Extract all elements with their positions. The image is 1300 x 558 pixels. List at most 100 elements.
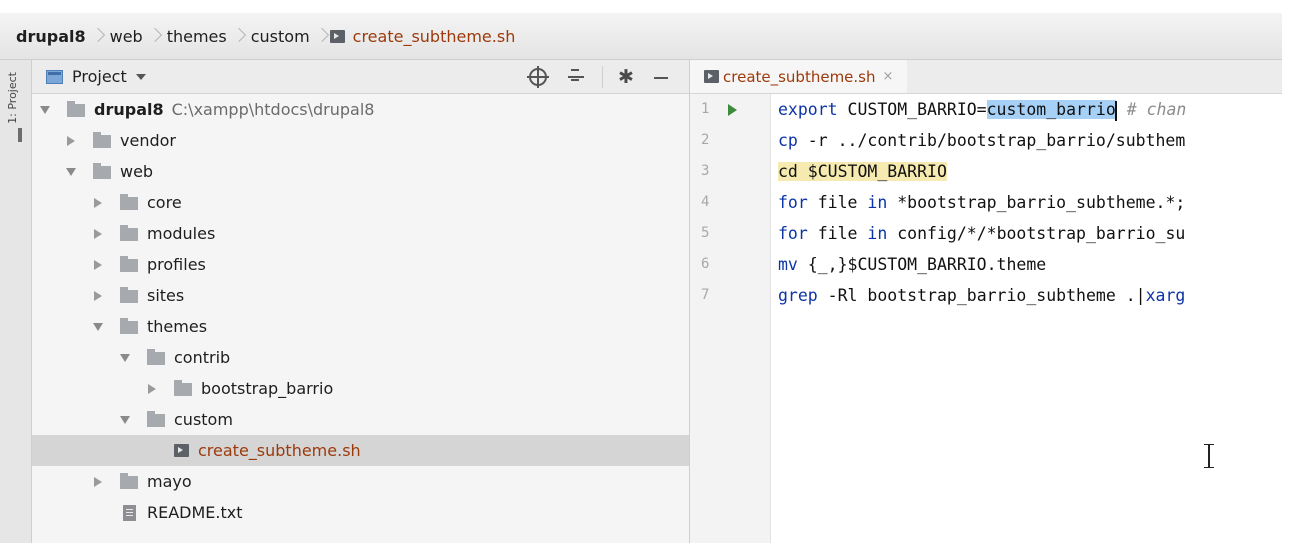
tool-window-strip: 1: Project: [0, 60, 32, 543]
code-token: -r ../contrib/bootstrap_barrio/subthem: [797, 131, 1186, 150]
collapsed-arrow-icon[interactable]: [67, 135, 75, 146]
breadcrumb-separator-icon: [150, 24, 160, 48]
gutter-line: 3: [690, 156, 770, 187]
shell-script-icon: [704, 70, 719, 83]
tree-item-label: contrib: [174, 348, 231, 367]
tree-item-web[interactable]: web: [32, 156, 689, 187]
folder-icon: [120, 256, 138, 272]
code-token: mv: [778, 255, 798, 274]
expanded-arrow-icon[interactable]: [66, 167, 76, 176]
editor: create_subtheme.sh × 1 2 3 4 5 6 7 export CUST…: [690, 60, 1282, 543]
code-token: for: [778, 193, 808, 212]
side-tab-label: 1: Project: [6, 72, 19, 124]
gutter-line: 5: [690, 218, 770, 249]
line-number: 1: [701, 101, 710, 117]
collapsed-arrow-icon[interactable]: [148, 383, 156, 394]
tree-item-readme-txt[interactable]: README.txt: [32, 497, 689, 528]
tree-item-mayo[interactable]: mayo: [32, 466, 689, 497]
collapsed-arrow-icon[interactable]: [94, 290, 102, 301]
tree-item-sites[interactable]: sites: [32, 280, 689, 311]
tree-item-contrib[interactable]: contrib: [32, 342, 689, 373]
run-icon[interactable]: [728, 104, 737, 116]
folder-icon: [174, 380, 192, 396]
line-number-gutter[interactable]: 1 2 3 4 5 6 7: [690, 94, 771, 543]
breadcrumb-item-themes[interactable]: themes: [163, 13, 231, 59]
folder-icon: [147, 349, 165, 365]
side-tab-project[interactable]: 1: Project: [6, 72, 24, 172]
breadcrumb-separator-icon: [234, 24, 244, 48]
expanded-arrow-icon[interactable]: [93, 322, 103, 331]
locate-file-icon[interactable]: [527, 66, 549, 88]
code-line: cd $CUSTOM_BARRIO: [778, 156, 1282, 187]
folder-icon: [120, 287, 138, 303]
side-tab-indicator: [18, 128, 22, 142]
tree-item-themes[interactable]: themes: [32, 311, 689, 342]
folder-icon: [67, 101, 85, 117]
tree-item-label: mayo: [147, 472, 192, 491]
code-line: cp -r ../contrib/bootstrap_barrio/subthe…: [778, 125, 1282, 156]
collapse-all-icon[interactable]: [567, 68, 585, 86]
folder-icon: [93, 132, 111, 148]
project-window-icon: [46, 69, 63, 84]
breadcrumb-separator-icon: [317, 24, 327, 48]
code-line: grep -Rl bootstrap_barrio_subtheme .|xar…: [778, 280, 1282, 311]
breadcrumb-item-web[interactable]: web: [106, 13, 147, 59]
tree-item-label: bootstrap_barrio: [201, 379, 334, 398]
tree-item-custom[interactable]: custom: [32, 404, 689, 435]
collapsed-arrow-icon[interactable]: [94, 197, 102, 208]
project-view-selector[interactable]: Project: [46, 60, 146, 93]
code-token: # chan: [1126, 100, 1187, 119]
code-token: in: [867, 224, 888, 243]
collapsed-arrow-icon[interactable]: [94, 259, 102, 270]
breadcrumb-item-file[interactable]: create_subtheme.sh: [329, 13, 520, 59]
tree-item-profiles[interactable]: profiles: [32, 249, 689, 280]
tree-item-create-subtheme-sh[interactable]: create_subtheme.sh: [32, 435, 689, 466]
collapsed-arrow-icon[interactable]: [94, 228, 102, 239]
code-line: mv {_,}$CUSTOM_BARRIO.theme: [778, 249, 1282, 280]
breadcrumb-item-custom[interactable]: custom: [247, 13, 314, 59]
tree-item-label: README.txt: [147, 503, 243, 522]
tree-item-bootstrap-barrio[interactable]: bootstrap_barrio: [32, 373, 689, 404]
shell-script-icon: [174, 444, 189, 457]
collapsed-arrow-icon[interactable]: [94, 476, 102, 487]
editor-tab-label: create_subtheme.sh: [723, 67, 876, 86]
gutter-line: 4: [690, 187, 770, 218]
code-area[interactable]: export CUSTOM_BARRIO=custom_barrio # cha…: [778, 94, 1282, 311]
code-token: *bootstrap_barrio_subtheme.*;: [887, 193, 1186, 212]
text-cursor-icon: [1203, 442, 1215, 470]
ide-window: drupal8 web themes custom create_subthem…: [0, 13, 1282, 543]
tree-item-modules[interactable]: modules: [32, 218, 689, 249]
tree-item-path: C:\xampp\htdocs\drupal8: [171, 100, 375, 119]
folder-icon: [120, 318, 138, 334]
expanded-arrow-icon[interactable]: [40, 105, 50, 114]
expanded-arrow-icon[interactable]: [120, 353, 130, 362]
expanded-arrow-icon[interactable]: [120, 415, 130, 424]
tree-item-core[interactable]: core: [32, 187, 689, 218]
folder-icon: [93, 163, 111, 179]
line-number: 6: [701, 256, 710, 272]
code-token: xarg: [1145, 286, 1186, 305]
gear-icon[interactable]: ✱: [617, 68, 635, 87]
tree-item-vendor[interactable]: vendor: [32, 125, 689, 156]
toolbar-divider: [602, 66, 603, 88]
folder-icon: [147, 411, 165, 427]
gutter-line: 1: [690, 94, 770, 125]
code-token: in: [867, 193, 888, 212]
code-token: cp: [778, 131, 798, 150]
tree-item-label: themes: [147, 317, 208, 336]
tree-item-label: sites: [147, 286, 185, 305]
gutter-line: 6: [690, 249, 770, 280]
project-panel-header: Project ✱: [32, 60, 689, 94]
tree-item-drupal8[interactable]: drupal8 C:\xampp\htdocs\drupal8: [32, 94, 689, 125]
breadcrumb-label: custom: [250, 26, 310, 46]
editor-tab-bar: create_subtheme.sh ×: [690, 60, 1282, 94]
tree-item-label: custom: [174, 410, 233, 429]
breadcrumb-item-drupal8[interactable]: drupal8: [0, 13, 90, 59]
close-icon[interactable]: ×: [883, 69, 894, 84]
minimize-icon[interactable]: [652, 68, 670, 86]
folder-icon: [120, 473, 138, 489]
code-token: export: [778, 100, 838, 119]
breadcrumb-label: web: [109, 26, 143, 46]
editor-tab-create-subtheme[interactable]: create_subtheme.sh ×: [690, 60, 908, 93]
